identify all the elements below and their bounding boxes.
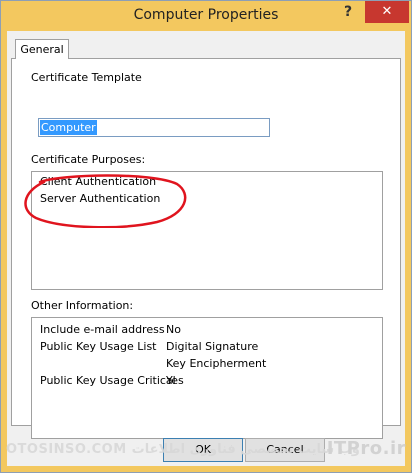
info-name: Public Key Usage Critical [40, 374, 176, 387]
other-information-list[interactable]: Include e-mail address No Public Key Usa… [31, 317, 383, 439]
ok-button[interactable]: OK [163, 438, 243, 462]
cancel-button[interactable]: Cancel [245, 438, 325, 462]
properties-window: Computer Properties ? ✕ General Certific… [0, 0, 412, 473]
list-item[interactable]: Server Authentication [40, 192, 160, 205]
general-tab-panel: Certificate Template Computer Certificat… [11, 58, 401, 439]
tab-general[interactable]: General [15, 39, 69, 59]
info-value: No [166, 323, 181, 336]
help-button[interactable]: ? [331, 1, 365, 23]
list-item[interactable]: Client Authentication [40, 175, 156, 188]
info-name: Include e-mail address [40, 323, 165, 336]
certificate-template-label: Certificate Template [31, 71, 142, 84]
dialog-client-area: General Certificate Template Computer Ce… [7, 31, 405, 466]
close-button[interactable]: ✕ [365, 1, 409, 23]
certificate-purposes-label: Certificate Purposes: [31, 153, 146, 166]
other-information-label: Other Information: [31, 299, 134, 312]
info-name: Public Key Usage List [40, 340, 157, 353]
info-value: Key Encipherment [166, 357, 267, 370]
certificate-purposes-list[interactable]: Client Authentication Server Authenticat… [31, 171, 383, 290]
info-value: Digital Signature [166, 340, 259, 353]
info-value: Yes [166, 374, 184, 387]
certificate-template-value: Computer [40, 120, 97, 135]
certificate-template-field[interactable]: Computer [38, 118, 270, 137]
title-bar[interactable]: Computer Properties ? ✕ [1, 1, 411, 31]
